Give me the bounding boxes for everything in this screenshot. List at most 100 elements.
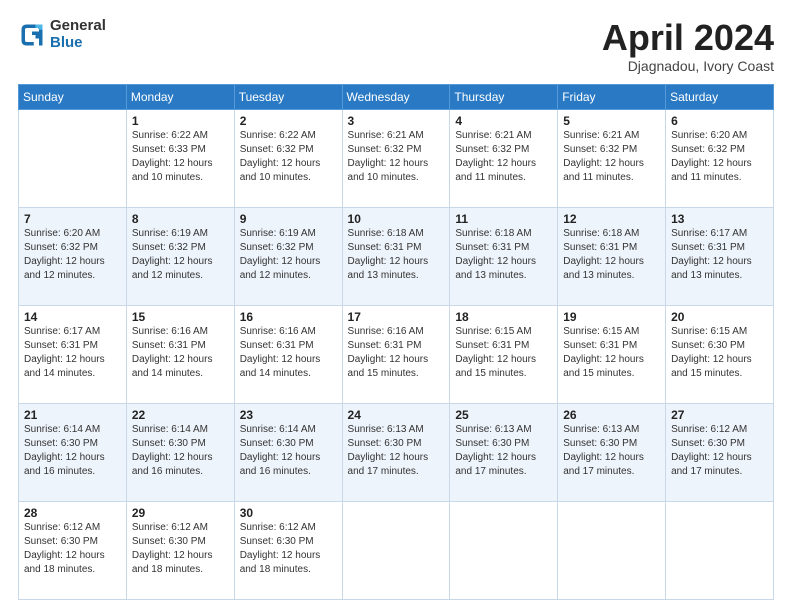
day-info: Sunrise: 6:20 AMSunset: 6:32 PMDaylight:… (671, 129, 768, 185)
day-number: 30 (240, 506, 337, 520)
day-info: Sunrise: 6:12 AMSunset: 6:30 PMDaylight:… (132, 521, 229, 577)
day-number: 5 (563, 114, 660, 128)
day-number: 4 (455, 114, 552, 128)
day-number: 13 (671, 212, 768, 226)
table-cell: 28Sunrise: 6:12 AMSunset: 6:30 PMDayligh… (19, 501, 127, 599)
table-cell: 6Sunrise: 6:20 AMSunset: 6:32 PMDaylight… (666, 109, 774, 207)
table-cell: 21Sunrise: 6:14 AMSunset: 6:30 PMDayligh… (19, 403, 127, 501)
day-number: 7 (24, 212, 121, 226)
day-info: Sunrise: 6:13 AMSunset: 6:30 PMDaylight:… (348, 423, 445, 479)
table-cell: 1Sunrise: 6:22 AMSunset: 6:33 PMDaylight… (126, 109, 234, 207)
week-row-1: 1Sunrise: 6:22 AMSunset: 6:33 PMDaylight… (19, 109, 774, 207)
day-number: 29 (132, 506, 229, 520)
day-info: Sunrise: 6:12 AMSunset: 6:30 PMDaylight:… (240, 521, 337, 577)
day-info: Sunrise: 6:18 AMSunset: 6:31 PMDaylight:… (348, 227, 445, 283)
table-cell: 10Sunrise: 6:18 AMSunset: 6:31 PMDayligh… (342, 207, 450, 305)
day-number: 24 (348, 408, 445, 422)
day-number: 6 (671, 114, 768, 128)
title-location: Djagnadou, Ivory Coast (602, 58, 774, 74)
page: General Blue April 2024 Djagnadou, Ivory… (0, 0, 792, 612)
title-month: April 2024 (602, 18, 774, 58)
table-cell: 4Sunrise: 6:21 AMSunset: 6:32 PMDaylight… (450, 109, 558, 207)
day-number: 10 (348, 212, 445, 226)
day-number: 25 (455, 408, 552, 422)
day-number: 14 (24, 310, 121, 324)
logo-text: General Blue (50, 18, 106, 51)
day-info: Sunrise: 6:18 AMSunset: 6:31 PMDaylight:… (455, 227, 552, 283)
day-number: 23 (240, 408, 337, 422)
calendar-table: Sunday Monday Tuesday Wednesday Thursday… (18, 84, 774, 600)
day-number: 16 (240, 310, 337, 324)
day-info: Sunrise: 6:21 AMSunset: 6:32 PMDaylight:… (455, 129, 552, 185)
logo-general: General (50, 18, 106, 35)
col-saturday: Saturday (666, 84, 774, 109)
table-cell: 23Sunrise: 6:14 AMSunset: 6:30 PMDayligh… (234, 403, 342, 501)
day-number: 12 (563, 212, 660, 226)
col-monday: Monday (126, 84, 234, 109)
week-row-2: 7Sunrise: 6:20 AMSunset: 6:32 PMDaylight… (19, 207, 774, 305)
day-info: Sunrise: 6:13 AMSunset: 6:30 PMDaylight:… (455, 423, 552, 479)
day-info: Sunrise: 6:14 AMSunset: 6:30 PMDaylight:… (24, 423, 121, 479)
day-number: 1 (132, 114, 229, 128)
table-cell: 5Sunrise: 6:21 AMSunset: 6:32 PMDaylight… (558, 109, 666, 207)
day-number: 20 (671, 310, 768, 324)
table-cell: 27Sunrise: 6:12 AMSunset: 6:30 PMDayligh… (666, 403, 774, 501)
day-number: 26 (563, 408, 660, 422)
day-number: 19 (563, 310, 660, 324)
week-row-3: 14Sunrise: 6:17 AMSunset: 6:31 PMDayligh… (19, 305, 774, 403)
day-number: 17 (348, 310, 445, 324)
table-cell (342, 501, 450, 599)
day-number: 28 (24, 506, 121, 520)
day-info: Sunrise: 6:16 AMSunset: 6:31 PMDaylight:… (348, 325, 445, 381)
day-number: 9 (240, 212, 337, 226)
day-info: Sunrise: 6:21 AMSunset: 6:32 PMDaylight:… (348, 129, 445, 185)
day-number: 8 (132, 212, 229, 226)
table-cell: 9Sunrise: 6:19 AMSunset: 6:32 PMDaylight… (234, 207, 342, 305)
day-info: Sunrise: 6:16 AMSunset: 6:31 PMDaylight:… (132, 325, 229, 381)
day-info: Sunrise: 6:22 AMSunset: 6:32 PMDaylight:… (240, 129, 337, 185)
day-info: Sunrise: 6:20 AMSunset: 6:32 PMDaylight:… (24, 227, 121, 283)
table-cell: 7Sunrise: 6:20 AMSunset: 6:32 PMDaylight… (19, 207, 127, 305)
day-number: 11 (455, 212, 552, 226)
table-cell: 29Sunrise: 6:12 AMSunset: 6:30 PMDayligh… (126, 501, 234, 599)
day-number: 2 (240, 114, 337, 128)
table-cell: 16Sunrise: 6:16 AMSunset: 6:31 PMDayligh… (234, 305, 342, 403)
day-number: 27 (671, 408, 768, 422)
day-info: Sunrise: 6:21 AMSunset: 6:32 PMDaylight:… (563, 129, 660, 185)
day-info: Sunrise: 6:12 AMSunset: 6:30 PMDaylight:… (671, 423, 768, 479)
col-tuesday: Tuesday (234, 84, 342, 109)
table-cell: 15Sunrise: 6:16 AMSunset: 6:31 PMDayligh… (126, 305, 234, 403)
table-cell: 18Sunrise: 6:15 AMSunset: 6:31 PMDayligh… (450, 305, 558, 403)
table-cell: 19Sunrise: 6:15 AMSunset: 6:31 PMDayligh… (558, 305, 666, 403)
title-block: April 2024 Djagnadou, Ivory Coast (602, 18, 774, 74)
table-cell (450, 501, 558, 599)
day-number: 21 (24, 408, 121, 422)
table-cell: 24Sunrise: 6:13 AMSunset: 6:30 PMDayligh… (342, 403, 450, 501)
header: General Blue April 2024 Djagnadou, Ivory… (18, 18, 774, 74)
day-number: 3 (348, 114, 445, 128)
general-blue-icon (18, 21, 46, 49)
table-cell (558, 501, 666, 599)
day-info: Sunrise: 6:17 AMSunset: 6:31 PMDaylight:… (24, 325, 121, 381)
day-info: Sunrise: 6:15 AMSunset: 6:31 PMDaylight:… (563, 325, 660, 381)
day-info: Sunrise: 6:15 AMSunset: 6:30 PMDaylight:… (671, 325, 768, 381)
day-info: Sunrise: 6:15 AMSunset: 6:31 PMDaylight:… (455, 325, 552, 381)
table-cell: 14Sunrise: 6:17 AMSunset: 6:31 PMDayligh… (19, 305, 127, 403)
calendar-header-row: Sunday Monday Tuesday Wednesday Thursday… (19, 84, 774, 109)
day-info: Sunrise: 6:17 AMSunset: 6:31 PMDaylight:… (671, 227, 768, 283)
table-cell: 2Sunrise: 6:22 AMSunset: 6:32 PMDaylight… (234, 109, 342, 207)
day-info: Sunrise: 6:22 AMSunset: 6:33 PMDaylight:… (132, 129, 229, 185)
table-cell: 12Sunrise: 6:18 AMSunset: 6:31 PMDayligh… (558, 207, 666, 305)
col-sunday: Sunday (19, 84, 127, 109)
day-info: Sunrise: 6:14 AMSunset: 6:30 PMDaylight:… (132, 423, 229, 479)
col-wednesday: Wednesday (342, 84, 450, 109)
day-info: Sunrise: 6:16 AMSunset: 6:31 PMDaylight:… (240, 325, 337, 381)
day-info: Sunrise: 6:12 AMSunset: 6:30 PMDaylight:… (24, 521, 121, 577)
day-info: Sunrise: 6:14 AMSunset: 6:30 PMDaylight:… (240, 423, 337, 479)
table-cell: 13Sunrise: 6:17 AMSunset: 6:31 PMDayligh… (666, 207, 774, 305)
day-info: Sunrise: 6:18 AMSunset: 6:31 PMDaylight:… (563, 227, 660, 283)
week-row-5: 28Sunrise: 6:12 AMSunset: 6:30 PMDayligh… (19, 501, 774, 599)
day-info: Sunrise: 6:13 AMSunset: 6:30 PMDaylight:… (563, 423, 660, 479)
logo-blue: Blue (50, 35, 106, 52)
table-cell: 11Sunrise: 6:18 AMSunset: 6:31 PMDayligh… (450, 207, 558, 305)
